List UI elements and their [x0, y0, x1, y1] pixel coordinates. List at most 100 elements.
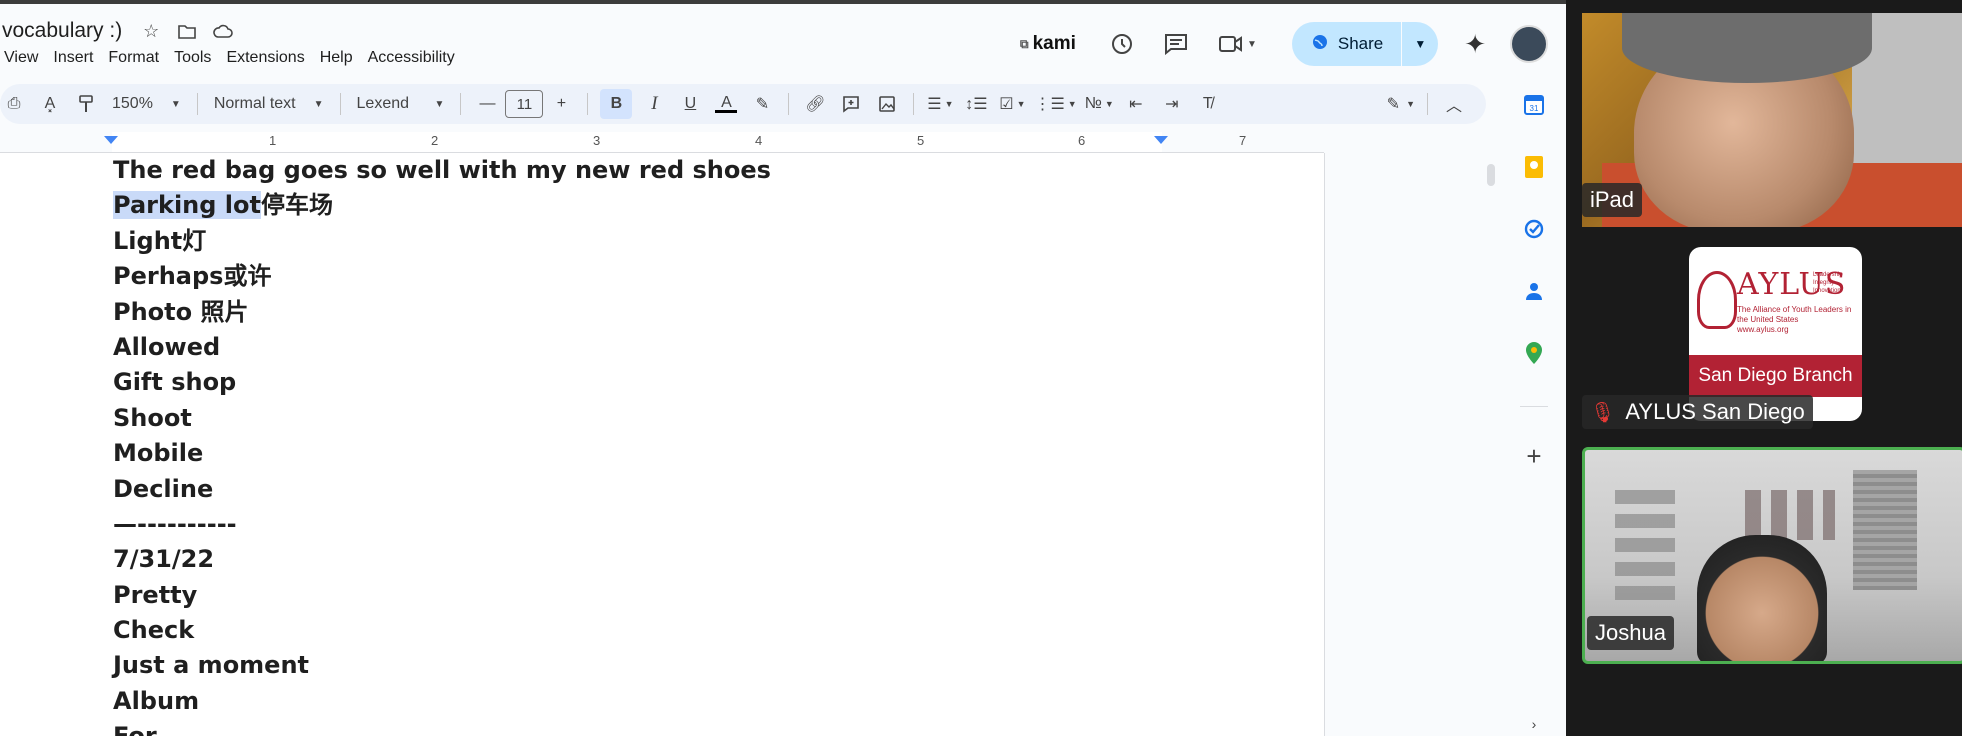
doc-line[interactable]: The red bag goes so well with my new red…	[113, 153, 771, 188]
title-icons: ☆	[140, 20, 234, 42]
doc-line[interactable]: 7/31/22	[113, 542, 771, 577]
meet-video-icon[interactable]: ▼	[1216, 30, 1260, 58]
increase-indent-icon[interactable]: ⇥	[1158, 89, 1186, 119]
title-row: vocabulary :) ☆	[0, 18, 234, 44]
style-select[interactable]: Normal text ▼	[206, 95, 332, 113]
ruler[interactable]: 1 2 3 4 5 6 7	[0, 132, 1324, 153]
menu-accessibility[interactable]: Accessibility	[364, 49, 466, 67]
doc-line[interactable]: Parking lot停车场	[113, 188, 771, 223]
add-comment-icon[interactable]	[837, 89, 865, 119]
zoom-value: 150%	[112, 95, 153, 112]
ruler-number: 3	[593, 133, 601, 148]
menu-tools[interactable]: Tools	[170, 49, 222, 67]
doc-line[interactable]: Check	[113, 613, 771, 648]
contacts-icon[interactable]	[1522, 279, 1546, 303]
right-indent-marker[interactable]	[1154, 136, 1168, 144]
participant-tile-joshua[interactable]: Joshua	[1582, 447, 1962, 664]
align-icon[interactable]: ☰ ▼	[926, 89, 954, 119]
doc-line[interactable]: Photo 照片	[113, 295, 771, 330]
chevron-down-icon: ▼	[434, 98, 445, 110]
text-selection[interactable]: Parking lot	[113, 191, 261, 220]
document-page[interactable]: The red bag goes so well with my new red…	[0, 153, 1325, 736]
menu-view[interactable]: View	[0, 49, 49, 67]
avatar[interactable]	[1510, 25, 1549, 63]
bold-icon[interactable]: B	[600, 89, 633, 119]
paint-format-icon[interactable]	[72, 89, 100, 119]
add-addon-icon[interactable]: +	[1522, 441, 1546, 471]
print-icon[interactable]: ⎙	[0, 89, 28, 119]
bulleted-list-icon[interactable]: ⋮☰ ▼	[1034, 89, 1076, 119]
doc-line[interactable]: Mobile	[113, 436, 771, 471]
participant-tile-ipad[interactable]: iPad	[1582, 13, 1962, 227]
microphone-muted-icon: 🎙︎	[1590, 401, 1616, 424]
document-title[interactable]: vocabulary :)	[2, 19, 122, 43]
increase-font-size-icon[interactable]: +	[547, 89, 575, 119]
gemini-spark-icon[interactable]: ✦	[1464, 29, 1486, 60]
underline-icon[interactable]: U	[676, 89, 704, 119]
calendar-icon[interactable]: 31	[1522, 93, 1546, 117]
move-folder-icon[interactable]	[176, 20, 198, 42]
decrease-indent-icon[interactable]: ⇤	[1122, 89, 1150, 119]
numbered-list-icon[interactable]: № ▼	[1085, 89, 1114, 119]
doc-line[interactable]: Gift shop	[113, 365, 771, 400]
line-spacing-icon[interactable]: ↕☰	[962, 89, 990, 119]
scrollbar-thumb[interactable]	[1487, 164, 1495, 186]
doc-line[interactable]: Decline	[113, 472, 771, 507]
highlight-color-icon[interactable]: ✎	[748, 89, 776, 119]
insert-link-icon[interactable]: 🔗︎	[801, 89, 829, 119]
spellcheck-icon[interactable]: A͓	[36, 89, 64, 119]
keep-icon[interactable]	[1522, 155, 1546, 179]
tasks-icon[interactable]	[1522, 217, 1546, 241]
doc-line[interactable]: For...	[113, 719, 771, 736]
doc-line[interactable]: Light灯	[113, 224, 771, 259]
participant-tile-aylus[interactable]: AYLUS Leadership Integrity Innovation Th…	[1582, 247, 1962, 461]
collapse-toolbar-icon[interactable]: ︿	[1440, 89, 1468, 119]
menu-help[interactable]: Help	[316, 49, 364, 67]
doc-line[interactable]: Just a moment	[113, 648, 771, 683]
text-color-icon[interactable]: A	[712, 89, 740, 119]
left-indent-marker[interactable]	[104, 136, 118, 144]
video-wall-frames	[1615, 480, 1675, 600]
clear-formatting-icon[interactable]: T̸	[1194, 89, 1222, 119]
font-value: Lexend	[356, 95, 410, 112]
menu-extensions[interactable]: Extensions	[222, 49, 315, 67]
font-select[interactable]: Lexend ▼	[349, 95, 453, 113]
share-button[interactable]: Share ▼	[1291, 22, 1439, 66]
editing-mode-icon[interactable]: ✎ ▼	[1387, 89, 1415, 119]
version-history-icon[interactable]	[1108, 30, 1136, 58]
doc-line[interactable]: Perhaps或许	[113, 259, 771, 294]
toolbar-separator	[460, 93, 462, 115]
font-size-input[interactable]: 11	[505, 90, 544, 118]
italic-icon[interactable]: I	[640, 89, 668, 119]
share-dropdown-icon[interactable]: ▼	[1402, 37, 1438, 51]
checklist-icon[interactable]: ☑ ▼	[998, 89, 1026, 119]
kami-extension-button[interactable]: ⧉ kami	[1020, 33, 1076, 55]
star-icon[interactable]: ☆	[140, 20, 162, 42]
decrease-font-size-icon[interactable]: —	[473, 89, 501, 119]
insert-image-icon[interactable]	[873, 89, 901, 119]
toolbar-separator	[1427, 93, 1428, 115]
logo-url: www.aylus.org	[1737, 325, 1789, 334]
maps-icon[interactable]	[1522, 341, 1546, 365]
document-body[interactable]: The red bag goes so well with my new red…	[113, 153, 771, 736]
participant-name: iPad	[1582, 183, 1643, 217]
doc-line-text[interactable]: 停车场	[261, 191, 333, 219]
expand-panel-icon[interactable]: ›	[1522, 712, 1546, 736]
chevron-down-icon: ▼	[1246, 38, 1257, 50]
menu-bar: View Insert Format Tools Extensions Help…	[0, 49, 466, 67]
doc-line[interactable]: Pretty	[113, 578, 771, 613]
cloud-status-icon[interactable]	[212, 20, 234, 42]
menu-insert[interactable]: Insert	[49, 49, 104, 67]
comments-icon[interactable]	[1162, 30, 1190, 58]
doc-line[interactable]: —----------	[113, 507, 771, 542]
side-panel: 31 + ›	[1506, 84, 1562, 736]
menu-format[interactable]: Format	[104, 49, 170, 67]
formatting-toolbar: ⎙ A͓ 150% ▼ Normal text ▼ Lexend ▼ — 11 …	[0, 84, 1486, 124]
logo-subtitle-text: The Alliance of Youth Leaders in the Uni…	[1737, 305, 1852, 324]
zoom-select[interactable]: 150% ▼	[104, 95, 189, 113]
logo-subtitle: The Alliance of Youth Leaders in the Uni…	[1737, 305, 1857, 335]
doc-line[interactable]: Shoot	[113, 401, 771, 436]
globe-icon	[1312, 34, 1328, 55]
doc-line[interactable]: Album	[113, 684, 771, 719]
doc-line[interactable]: Allowed	[113, 330, 771, 365]
